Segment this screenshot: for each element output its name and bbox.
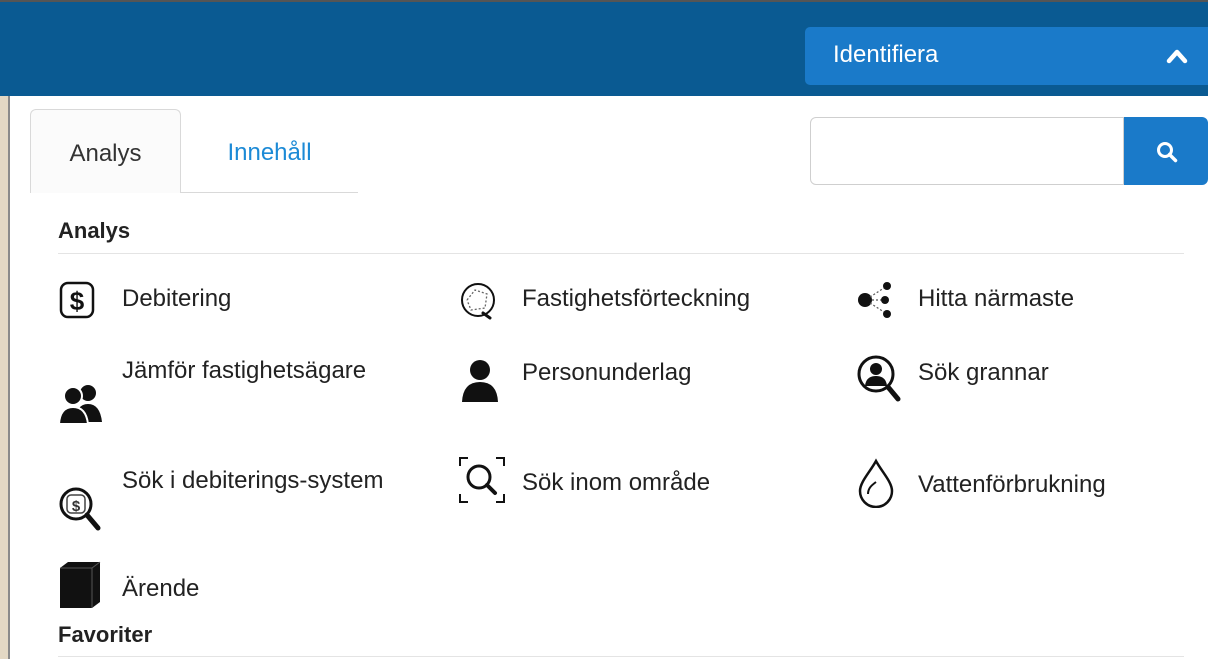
tool-label: Personunderlag xyxy=(522,359,692,386)
top-bar: Identifiera xyxy=(0,0,1208,96)
tool-label: Sök i debiterings-system xyxy=(122,467,384,494)
tool-jamfor-fastighetsagare[interactable]: Jämför fastighetsägare xyxy=(58,354,418,434)
identify-button[interactable]: Identifiera xyxy=(805,27,1208,85)
tool-vattenforbrukning[interactable]: Vattenförbrukning xyxy=(856,458,1186,508)
map-edge xyxy=(0,96,10,659)
tool-label: Debitering xyxy=(122,285,232,312)
chevron-up-icon xyxy=(1166,49,1188,64)
tool-sok-grannar[interactable]: Sök grannar xyxy=(856,354,1176,404)
person-icon xyxy=(462,360,498,402)
section-divider xyxy=(58,656,1184,657)
tool-debitering[interactable]: $ Debitering xyxy=(58,280,418,320)
section-title-favoriter: Favoriter xyxy=(58,622,153,647)
tab-analys[interactable]: Analys xyxy=(30,109,181,193)
tool-label: Sök inom område xyxy=(522,469,711,496)
tool-sok-inom-omrade[interactable]: Sök inom område xyxy=(458,456,818,506)
users-icon xyxy=(58,385,102,425)
tool-label: Vattenförbrukning xyxy=(918,471,1106,498)
svg-text:$: $ xyxy=(70,286,85,316)
tool-label: Jämför fastighetsägare xyxy=(122,357,367,384)
case-box-icon xyxy=(60,561,101,608)
nearest-icon xyxy=(858,282,891,318)
water-drop-icon xyxy=(858,458,894,508)
tool-label: Fastighetsförteckning xyxy=(522,285,751,312)
tab-analys-label: Analys xyxy=(69,140,142,167)
search-dollar-icon: $ xyxy=(59,487,101,531)
search-input[interactable] xyxy=(810,117,1124,185)
tool-sok-i-debiteringssystem[interactable]: $ Sök i debiterings-system xyxy=(58,464,418,544)
section-divider xyxy=(58,253,1184,254)
search-icon xyxy=(1157,142,1178,163)
section-title-analys: Analys xyxy=(58,218,131,243)
tool-arende[interactable]: Ärende xyxy=(58,560,418,610)
identify-label: Identifiera xyxy=(833,41,939,68)
tool-label: Hitta närmaste xyxy=(918,285,1075,312)
tab-innehall-label: Innehåll xyxy=(227,139,312,166)
search-area-icon xyxy=(459,457,505,503)
property-list-icon xyxy=(461,283,495,320)
dollar-icon: $ xyxy=(59,281,95,319)
tool-personunderlag[interactable]: Personunderlag xyxy=(458,354,818,402)
tool-label: Sök grannar xyxy=(918,359,1049,386)
tool-hitta-narmaste[interactable]: Hitta närmaste xyxy=(856,280,1176,320)
tool-fastighetsforteckning[interactable]: Fastighetsförteckning xyxy=(458,280,818,320)
svg-text:$: $ xyxy=(72,498,81,515)
search-button[interactable] xyxy=(1124,117,1208,185)
search-person-icon xyxy=(857,355,901,402)
analysis-panel: Analys Innehåll Analys $ Debitering Fast… xyxy=(12,96,1208,659)
tab-innehall[interactable]: Innehåll xyxy=(181,109,358,193)
tool-label: Ärende xyxy=(122,575,200,602)
